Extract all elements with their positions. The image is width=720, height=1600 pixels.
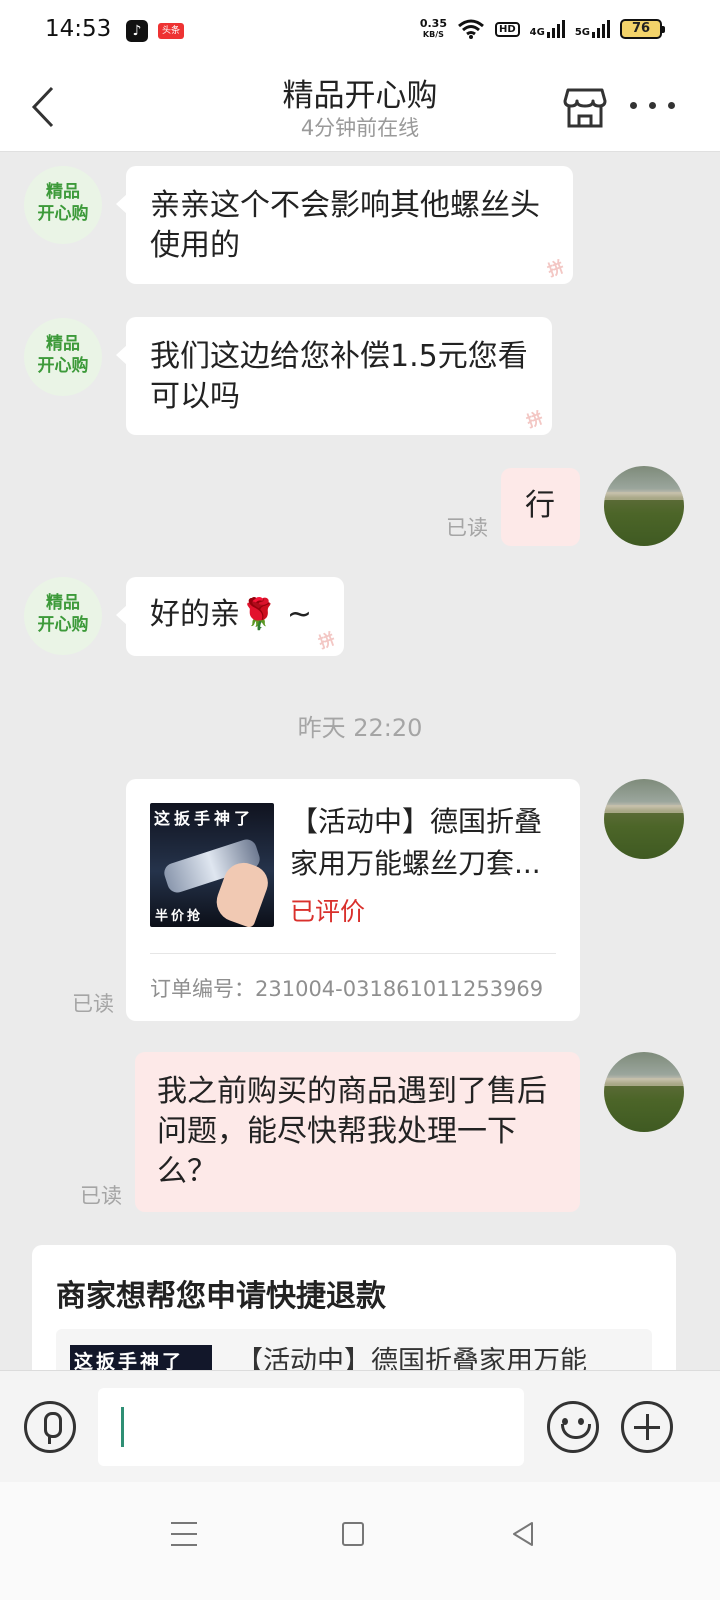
emoji-icon[interactable] xyxy=(547,1401,599,1453)
time-separator: 昨天 22:20 xyxy=(297,714,423,742)
battery-icon: 76 xyxy=(620,19,665,39)
message-bubble[interactable]: 好的亲🌹 ~ 拼 xyxy=(116,577,344,656)
system-nav-bar xyxy=(0,1482,720,1600)
read-receipt: 已读 xyxy=(72,992,114,1016)
message-input[interactable] xyxy=(98,1388,524,1466)
product-thumbnail: 这扳手神了 xyxy=(70,1345,212,1370)
watermark-icon: 拼 xyxy=(316,628,338,653)
signal-bars-icon xyxy=(546,20,565,38)
divider xyxy=(150,953,556,954)
shop-avatar[interactable]: 精品 开心购 xyxy=(24,577,102,655)
message-text: 我之前购买的商品遇到了售后问题，能尽快帮我处理一下么？ xyxy=(157,1074,547,1189)
refund-title: 商家想帮您申请快捷退款 xyxy=(56,1279,386,1314)
shop-avatar[interactable]: 精品 开心购 xyxy=(24,318,102,396)
signal-5g: 5G xyxy=(575,20,610,38)
message-text: 好的亲🌹 ~ xyxy=(150,597,313,632)
watermark-icon: 拼 xyxy=(524,407,546,432)
review-status: 已评价 xyxy=(290,897,366,926)
signal-bars-icon xyxy=(592,20,610,38)
back-triangle-icon[interactable] xyxy=(510,1520,536,1548)
microphone-icon[interactable] xyxy=(24,1401,76,1453)
message-bubble[interactable]: 我们这边给您补偿1.5元您看可以吗 拼 xyxy=(116,317,552,435)
status-time: 14:53 xyxy=(45,16,112,42)
message-bubble-outgoing[interactable]: 行 xyxy=(501,468,580,546)
text-cursor xyxy=(121,1407,124,1447)
user-avatar[interactable] xyxy=(604,779,684,859)
menu-icon[interactable] xyxy=(171,1522,197,1546)
signal-4g: 4G xyxy=(530,20,565,38)
message-text: 我们这边给您补偿1.5元您看可以吗 xyxy=(150,339,528,414)
plus-icon[interactable] xyxy=(621,1401,673,1453)
message-text: 亲亲这个不会影响其他螺丝头使用的 xyxy=(150,188,540,263)
hd-badge: HD xyxy=(494,21,520,37)
page-title[interactable]: 精品开心购 xyxy=(0,70,720,115)
message-bubble-outgoing[interactable]: 我之前购买的商品遇到了售后问题，能尽快帮我处理一下么？ xyxy=(135,1052,580,1212)
message-text: 行 xyxy=(525,488,555,523)
store-icon[interactable] xyxy=(562,84,608,130)
message-bubble[interactable]: 亲亲这个不会影响其他螺丝头使用的 拼 xyxy=(116,166,573,284)
refund-card[interactable]: 商家想帮您申请快捷退款 这扳手神了 【活动中】德国折叠家用万能 xyxy=(32,1245,676,1370)
order-card[interactable]: 这扳手神了 半价抢 【活动中】德国折叠家用万能螺丝刀套... 已评价 订单编号：… xyxy=(126,779,580,1021)
read-receipt: 已读 xyxy=(80,1184,122,1208)
network-speed: 0.35 KB/S xyxy=(419,17,447,39)
product-title: 【活动中】德国折叠家用万能 xyxy=(236,1346,587,1370)
chat-area[interactable]: 精品 开心购 亲亲这个不会影响其他螺丝头使用的 拼 精品 开心购 我们这边给您补… xyxy=(0,152,720,1370)
shop-avatar[interactable]: 精品 开心购 xyxy=(24,166,102,244)
product-thumbnail[interactable]: 这扳手神了 半价抢 xyxy=(150,803,274,927)
user-avatar[interactable] xyxy=(604,466,684,546)
home-square-icon[interactable] xyxy=(342,1522,364,1546)
wifi-icon xyxy=(458,19,484,39)
toutiao-icon: 头条 xyxy=(158,23,184,39)
watermark-icon: 拼 xyxy=(545,256,567,281)
status-bar: 14:53 ♪ 头条 0.35 KB/S HD 4G 5G 76 xyxy=(0,0,720,62)
chat-header: 精品开心购 4分钟前在线 xyxy=(0,62,720,152)
read-receipt: 已读 xyxy=(446,516,488,540)
refund-product[interactable]: 这扳手神了 【活动中】德国折叠家用万能 xyxy=(56,1329,652,1370)
status-indicators: 0.35 KB/S HD 4G 5G 76 xyxy=(419,17,665,40)
product-title[interactable]: 【活动中】德国折叠家用万能螺丝刀套... xyxy=(290,801,560,885)
input-bar xyxy=(0,1370,720,1482)
tiktok-icon: ♪ xyxy=(126,20,148,42)
online-status: 4分钟前在线 xyxy=(300,116,420,140)
order-number: 订单编号：231004-031861011253969 xyxy=(150,977,544,1001)
user-avatar[interactable] xyxy=(604,1052,684,1132)
more-dots-icon[interactable] xyxy=(630,102,675,109)
